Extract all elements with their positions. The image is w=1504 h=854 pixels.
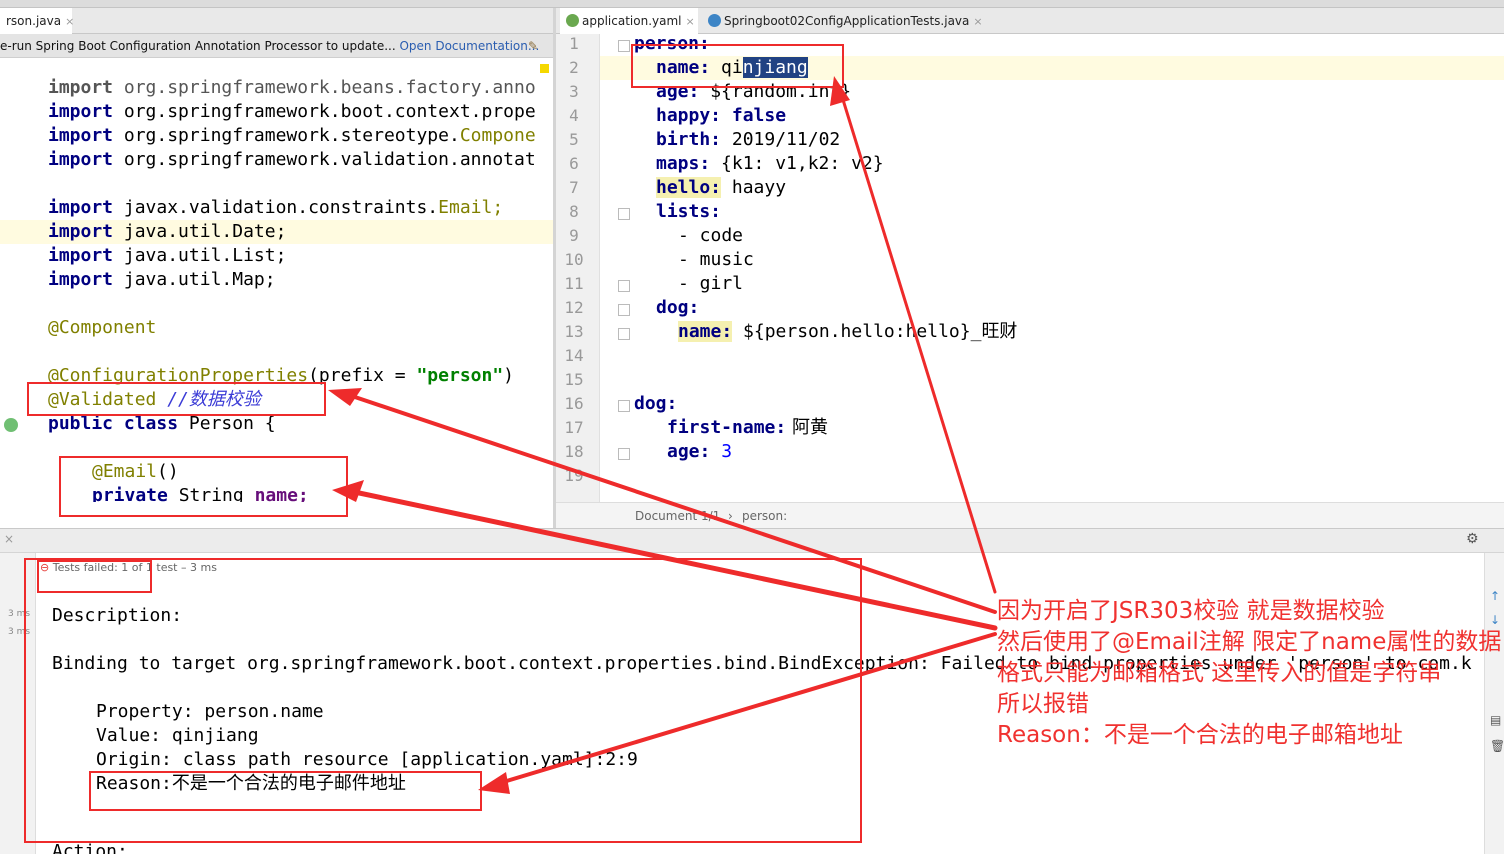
- fold-marker[interactable]: [618, 208, 630, 220]
- right-tab-bar: application.yaml × Springboot02ConfigAppl…: [556, 8, 1504, 34]
- yaml-line: hello: haayy: [656, 177, 787, 198]
- line-number: 10: [564, 250, 584, 269]
- notification-text: e-run Spring Boot Configuration Annotati…: [0, 39, 400, 53]
- component-annotation: @Component: [48, 317, 157, 338]
- line-number: 13: [564, 322, 584, 341]
- line-number: 12: [564, 298, 584, 317]
- fold-marker[interactable]: [618, 448, 630, 460]
- arrow-down-icon[interactable]: ↓: [1490, 613, 1500, 627]
- yaml-line: name: ${person.hello:hello}_旺财: [678, 321, 1018, 342]
- fold-marker[interactable]: [618, 304, 630, 316]
- tab-application-yaml[interactable]: application.yaml ×: [560, 8, 698, 34]
- line-number: 18: [564, 442, 584, 461]
- java-editor[interactable]: import org.springframework.beans.factory…: [0, 58, 553, 502]
- run-right-toolbar: ↑ ↓ ▤ 🗑: [1484, 553, 1504, 854]
- notification-bar: e-run Spring Boot Configuration Annotati…: [0, 34, 553, 58]
- line-number: 1: [569, 34, 579, 53]
- line-number: 6: [569, 154, 579, 173]
- line-number: 5: [569, 130, 579, 149]
- fold-marker[interactable]: [618, 400, 630, 412]
- ide-window: rson.java × application.yaml × Springboot0…: [0, 0, 1504, 854]
- annotation-note-line: 因为开启了JSR303校验 就是数据校验: [997, 598, 1385, 624]
- breadcrumb-separator: ›: [728, 509, 733, 523]
- open-documentation-link[interactable]: Open Documentation...: [399, 39, 539, 53]
- tab-label: rson.java: [6, 14, 62, 28]
- fold-marker[interactable]: [618, 328, 630, 340]
- line-number: 16: [564, 394, 584, 413]
- fold-marker[interactable]: [618, 40, 630, 52]
- left-tab-bar: rson.java ×: [0, 8, 553, 34]
- line-number: 19: [564, 466, 584, 485]
- close-icon[interactable]: ×: [4, 532, 14, 546]
- code-line: import java.util.Date;: [48, 221, 287, 242]
- wrench-icon[interactable]: ✎: [528, 34, 538, 57]
- yaml-line: - girl: [678, 273, 744, 294]
- yaml-line: age: 3: [667, 441, 733, 462]
- line-number: 11: [564, 274, 584, 293]
- gear-icon[interactable]: ⚙: [1466, 531, 1479, 547]
- line-number: 15: [564, 370, 584, 389]
- highlight-box-reason: [89, 771, 482, 811]
- annotation-note-line: Reason：不是一个合法的电子邮箱地址: [997, 722, 1403, 748]
- code-line: import org.springframework.beans.factory…: [48, 77, 536, 98]
- annotation-note-line: 然后使用了@Email注解 限定了name属性的数据: [997, 629, 1502, 655]
- line-number: 7: [569, 178, 579, 197]
- print-icon[interactable]: ▤: [1490, 713, 1501, 727]
- yaml-line: dog:: [656, 297, 700, 318]
- line-number: 17: [564, 418, 584, 437]
- trash-icon[interactable]: 🗑: [1490, 739, 1504, 753]
- arrow-up-icon[interactable]: ↑: [1490, 589, 1500, 603]
- code-line: import org.springframework.boot.context.…: [48, 101, 536, 122]
- line-number: 14: [564, 346, 584, 365]
- highlight-box-validated: [27, 382, 326, 416]
- run-toolbar: × ⚙: [0, 529, 1504, 553]
- yaml-line: maps: {k1: v1,k2: v2}: [656, 153, 884, 174]
- yaml-icon: [566, 14, 579, 27]
- highlight-box-email: [59, 456, 348, 517]
- breadcrumb-document[interactable]: Document 1/1: [635, 503, 720, 529]
- code-line: import java.util.Map;: [48, 269, 276, 290]
- code-line: import java.util.List;: [48, 245, 287, 266]
- line-number: 8: [569, 202, 579, 221]
- warning-marker: [540, 64, 549, 73]
- line-number: 4: [569, 106, 579, 125]
- breadcrumb-path[interactable]: person:: [742, 503, 787, 529]
- close-icon[interactable]: ×: [686, 15, 695, 28]
- window-top-strip: [0, 0, 1504, 8]
- code-line: import org.springframework.stereotype.Co…: [48, 125, 536, 146]
- yaml-line: dog:: [634, 393, 678, 414]
- fold-marker[interactable]: [618, 280, 630, 292]
- tab-label: application.yaml: [582, 14, 682, 28]
- tab-tests-java[interactable]: Springboot02ConfigApplicationTests.java ×: [702, 8, 983, 34]
- yaml-line: lists:: [656, 201, 722, 222]
- yaml-line: birth: 2019/11/02: [656, 129, 841, 150]
- run-gutter-icon[interactable]: [4, 418, 18, 432]
- java-class-icon: [708, 14, 721, 27]
- yaml-editor[interactable]: 1 2 3 4 5 6 7 8 9 10 11 12 13 14 15 16 17 18 19 person: na…: [556, 34, 1504, 502]
- yaml-line: happy: false: [656, 105, 787, 126]
- close-icon[interactable]: ×: [973, 15, 982, 28]
- yaml-line: - music: [678, 249, 754, 270]
- yaml-line: - code: [678, 225, 744, 246]
- highlight-box-yaml-name: [631, 44, 844, 88]
- yaml-line: first-name: 阿黄: [667, 417, 828, 438]
- tab-label: Springboot02ConfigApplicationTests.java: [724, 14, 970, 28]
- code-line: import org.springframework.validation.an…: [48, 149, 536, 170]
- annotation-note-line: 所以报错: [997, 691, 1089, 717]
- line-number: 2: [569, 58, 579, 77]
- breadcrumb: Document 1/1 › person:: [556, 502, 1504, 528]
- line-number: 9: [569, 226, 579, 245]
- line-number: 3: [569, 82, 579, 101]
- close-icon[interactable]: ×: [65, 15, 74, 28]
- tab-person-java[interactable]: rson.java ×: [0, 8, 74, 34]
- annotation-note-line: 格式只能为邮箱格式 这里传入的值是字符串: [997, 660, 1442, 686]
- code-line: import javax.validation.constraints.Emai…: [48, 197, 504, 218]
